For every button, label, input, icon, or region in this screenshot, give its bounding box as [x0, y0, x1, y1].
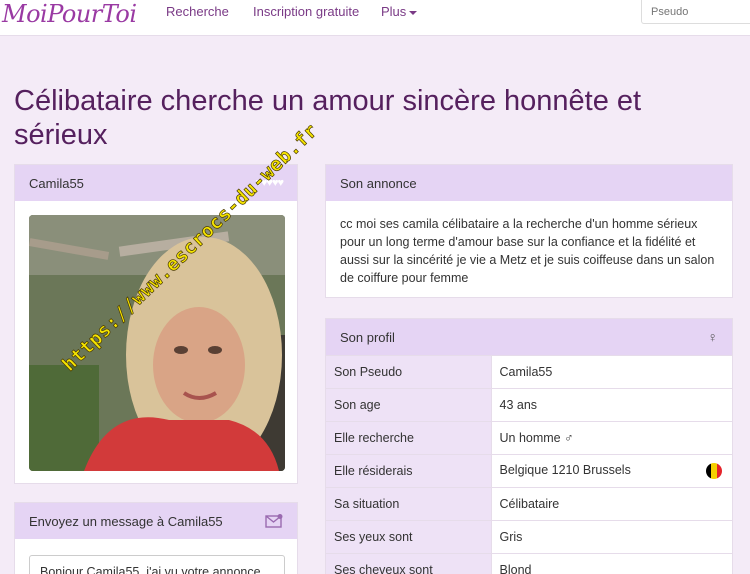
message-panel-title: Envoyez un message à Camila55	[29, 513, 223, 529]
row-label: Son Pseudo	[326, 355, 492, 389]
top-navbar: MoiPourToi Recherche Inscription gratuit…	[0, 0, 750, 36]
row-label: Ses yeux sont	[326, 520, 492, 554]
page-title: Célibataire cherche un amour sincère hon…	[14, 85, 642, 151]
table-row: Elle recherche Un homme ♂	[326, 421, 732, 455]
location-text: Belgique 1210 Brussels	[499, 463, 631, 477]
caret-down-icon	[409, 10, 418, 15]
table-row: Ses yeux sont Gris	[326, 520, 732, 554]
row-label: Elle résiderais	[326, 454, 492, 488]
annonce-text: cc moi ses camila célibataire a la reche…	[340, 217, 715, 285]
profile-photo[interactable]	[29, 215, 285, 471]
table-row: Sa situation Célibataire	[326, 487, 732, 521]
nav-link-inscription[interactable]: Inscription gratuite	[253, 4, 359, 19]
nav-dropdown-plus-label: Plus	[381, 4, 407, 19]
row-value: 43 ans	[491, 388, 732, 422]
profile-photo-image	[29, 215, 285, 471]
row-value: Célibataire	[491, 487, 732, 521]
row-label: Ses cheveux sont	[326, 553, 492, 574]
nav-dropdown-plus[interactable]: Plus	[381, 4, 418, 19]
profil-table: Son Pseudo Camila55 Son age 43 ans Elle re…	[326, 355, 732, 574]
table-row: Son age 43 ans	[326, 388, 732, 422]
row-value: Blond	[491, 553, 732, 574]
profile-photo-card: Camila55 ♥♥♥♥♥	[14, 164, 298, 484]
nav-link-recherche[interactable]: Recherche	[166, 4, 229, 19]
row-value: Gris	[491, 520, 732, 554]
row-value: Un homme ♂	[491, 421, 732, 455]
profil-panel-header: Son profil ♀	[326, 319, 732, 355]
profil-panel: Son profil ♀ Son Pseudo Camila55 Son age 4…	[325, 318, 733, 574]
message-panel: Envoyez un message à Camila55	[14, 502, 298, 574]
table-row: Ses cheveux sont Blond	[326, 553, 732, 574]
row-value-location: Belgique 1210 Brussels	[491, 454, 732, 488]
annonce-panel-title: Son annonce	[340, 175, 417, 191]
table-row: Elle résiderais Belgique 1210 Brussels	[326, 454, 732, 488]
row-label: Elle recherche	[326, 421, 492, 455]
envelope-icon	[265, 514, 283, 528]
message-panel-header: Envoyez un message à Camila55	[15, 503, 297, 539]
pseudo-search-input[interactable]	[641, 0, 750, 24]
belgium-flag-icon	[706, 463, 722, 479]
row-label: Sa situation	[326, 487, 492, 521]
message-input[interactable]	[29, 555, 285, 574]
table-row: Son Pseudo Camila55	[326, 355, 732, 389]
annonce-panel-header: Son annonce	[326, 165, 732, 201]
row-label: Son age	[326, 388, 492, 422]
female-gender-icon: ♀	[707, 329, 719, 345]
profil-panel-title: Son profil	[340, 329, 395, 345]
annonce-panel: Son annonce cc moi ses camila célibatair…	[325, 164, 733, 298]
profile-username: Camila55	[29, 175, 84, 191]
site-logo[interactable]: MoiPourToi	[2, 0, 137, 28]
row-value: Camila55	[491, 355, 732, 389]
